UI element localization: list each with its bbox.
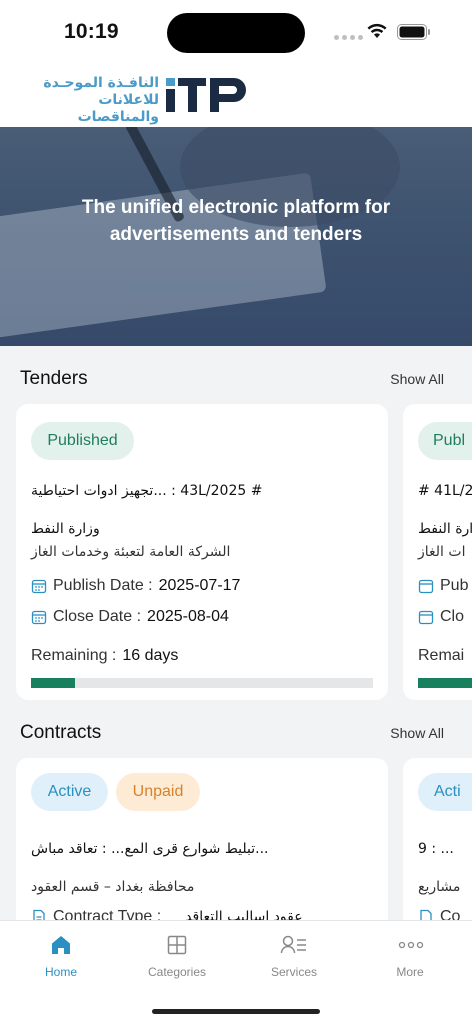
tender-publish-date-row: Pub xyxy=(418,577,468,595)
contracts-show-all-link[interactable]: Show All xyxy=(390,725,444,741)
tender-number: # 41L/2 xyxy=(418,483,472,499)
tab-more-label: More xyxy=(396,965,424,979)
tender-remaining-row: Remaining : 16 days xyxy=(31,647,178,665)
tender-company: الشركة العامة لتعبئة وخدمات الغاز xyxy=(31,544,231,560)
hero-banner: The unified electronic platform for adve… xyxy=(0,127,472,346)
contract-title: 9 : ... xyxy=(418,841,454,857)
remaining-label: Remai xyxy=(418,647,465,664)
remaining-value: 16 days xyxy=(122,647,179,664)
tab-home[interactable]: Home xyxy=(11,931,111,983)
close-date-label: Clo xyxy=(440,608,465,625)
tab-categories[interactable]: Categories xyxy=(127,931,227,983)
contract-active-badge: Active xyxy=(31,773,108,811)
calendar-icon xyxy=(31,610,47,625)
cellular-signal-icon xyxy=(334,35,363,40)
tenders-section-header: Tenders Show All xyxy=(20,368,452,392)
tenders-title: Tenders xyxy=(20,368,88,389)
publish-date-value: 2025-07-17 xyxy=(158,577,241,594)
logo-ar-line1: النافـذة الموحـدة xyxy=(43,75,159,91)
publish-date-label: Pub xyxy=(440,577,469,594)
close-date-label: Close Date : xyxy=(53,608,142,625)
home-indicator xyxy=(152,1009,320,1014)
contracts-title: Contracts xyxy=(20,722,102,743)
battery-icon xyxy=(397,24,430,40)
tender-close-date-row: Clo xyxy=(418,608,464,626)
grid-icon xyxy=(167,935,187,955)
calendar-icon xyxy=(418,579,434,594)
remaining-progress-bar xyxy=(31,678,373,688)
contract-org: محافظة بغداد – قسم العقود xyxy=(31,879,195,895)
person-list-icon xyxy=(280,935,306,954)
tender-card[interactable]: Published # 43L/2025 : ...تجهيز ادوات اح… xyxy=(16,404,388,700)
remaining-label: Remaining : xyxy=(31,647,117,664)
status-bar: 10:19 xyxy=(0,0,472,64)
contract-payment-badge: Unpaid xyxy=(116,773,200,811)
logo-arabic-text: النافـذة الموحـدة للاعلانات والمناقصات xyxy=(14,75,159,126)
tab-more[interactable]: More xyxy=(360,931,460,983)
contract-title: ...تبليط شوارع قرى المع... : تعاقد مباش xyxy=(31,841,269,857)
calendar-icon xyxy=(31,579,47,594)
tender-card-next[interactable]: Publ # 41L/2 وزارة النفط ات الغاز Pub Cl… xyxy=(403,404,472,700)
status-time: 10:19 xyxy=(64,20,119,43)
contract-org: مشاريع xyxy=(418,879,461,895)
tender-remaining-row: Remai xyxy=(418,647,464,665)
tab-services-label: Services xyxy=(270,965,317,979)
tender-ministry: وزارة النفط xyxy=(418,521,472,537)
home-icon xyxy=(52,936,70,954)
remaining-progress-fill xyxy=(31,678,76,688)
tender-company: ات الغاز xyxy=(418,544,466,560)
wifi-icon xyxy=(367,23,387,38)
publish-date-label: Publish Date : xyxy=(53,577,153,594)
contracts-section-header: Contracts Show All xyxy=(20,722,452,746)
tenders-show-all-link[interactable]: Show All xyxy=(390,371,444,387)
tab-services[interactable]: Services xyxy=(244,931,344,983)
tender-close-date-row: Close Date : 2025-08-04 xyxy=(31,608,229,626)
dynamic-island xyxy=(167,13,305,53)
remaining-progress-bar xyxy=(418,678,472,688)
close-date-value: 2025-08-04 xyxy=(147,608,229,625)
more-dots-icon xyxy=(398,941,424,949)
tender-publish-date-row: Publish Date : 2025-07-17 xyxy=(31,577,240,595)
itp-logo xyxy=(166,78,246,112)
app-header: النافـذة الموحـدة للاعلانات والمناقصات xyxy=(0,64,472,127)
calendar-icon xyxy=(418,610,434,625)
tender-status-badge: Published xyxy=(31,422,134,460)
contract-active-badge: Acti xyxy=(418,773,472,811)
logo-ar-line2: للاعلانات والمناقصات xyxy=(77,92,159,125)
tender-ministry: وزارة النفط xyxy=(31,521,100,537)
tab-categories-label: Categories xyxy=(147,965,207,979)
tab-home-label: Home xyxy=(44,965,77,979)
tender-number: # 43L/2025 : ...تجهيز ادوات احتياطية xyxy=(31,483,263,499)
hero-title: The unified electronic platform for adve… xyxy=(81,197,391,245)
tender-status-badge: Publ xyxy=(418,422,472,460)
